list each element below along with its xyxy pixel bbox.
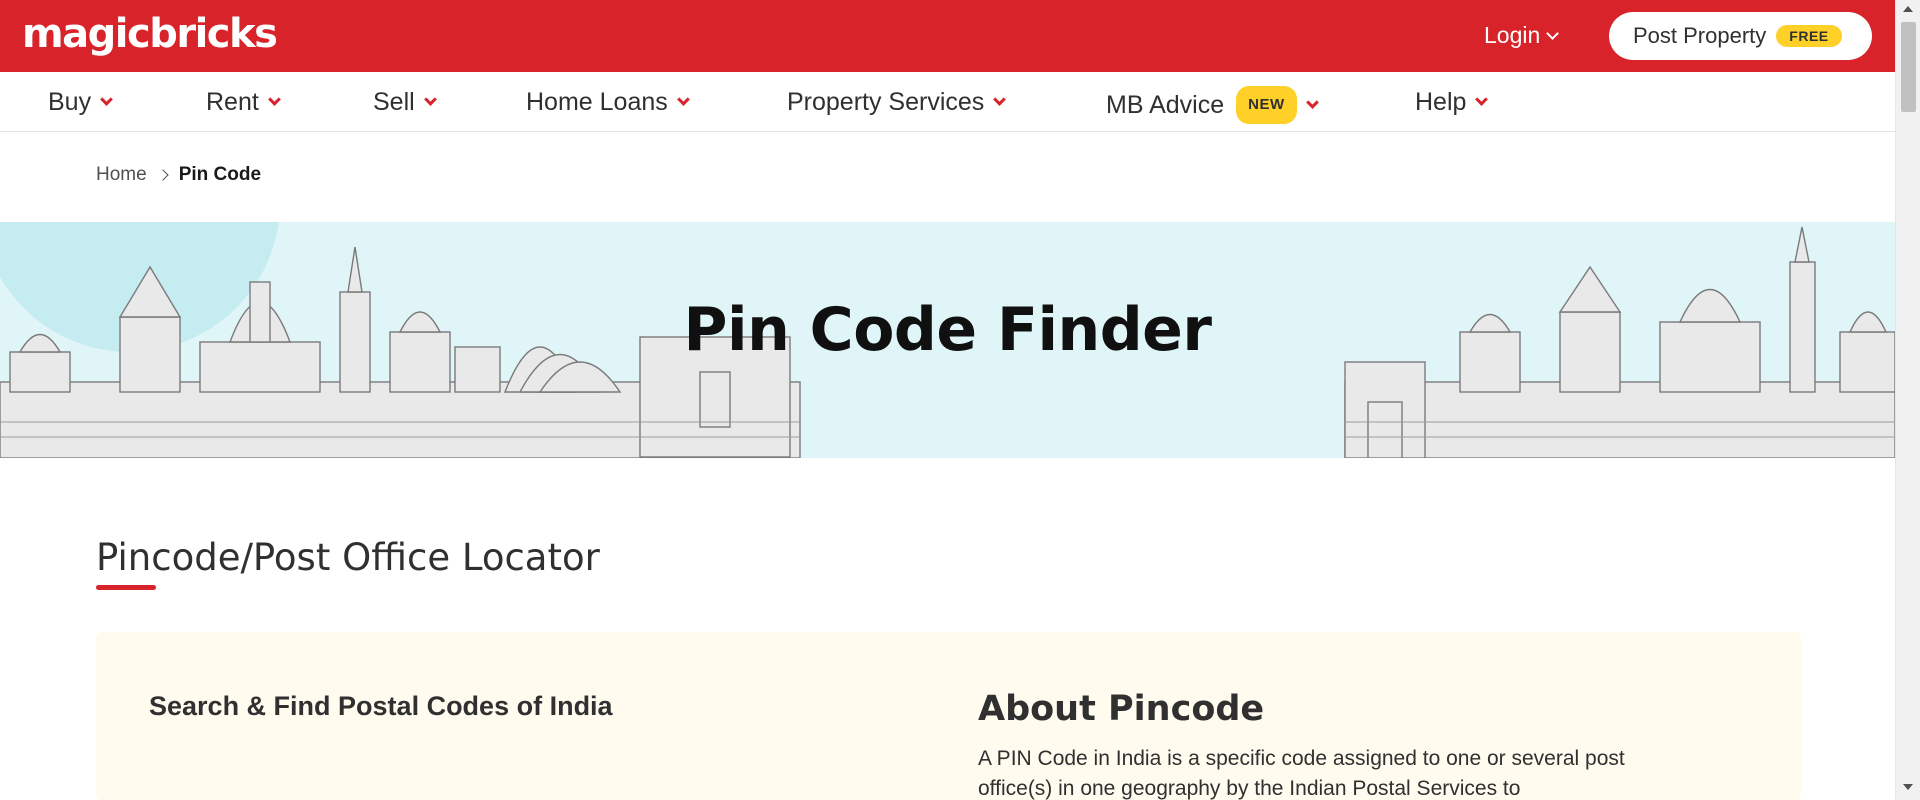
search-heading: Search & Find Postal Codes of India bbox=[149, 691, 613, 721]
chevron-down-icon bbox=[993, 93, 1007, 106]
page-title: Pin Code Finder bbox=[683, 295, 1212, 365]
chevron-down-icon bbox=[1305, 96, 1319, 109]
free-badge: FREE bbox=[1776, 25, 1842, 47]
nav-item-property-services[interactable]: Property Services bbox=[787, 86, 1007, 118]
magicbricks-logo[interactable]: magicbricks bbox=[22, 10, 278, 58]
pincode-card: Search & Find Postal Codes of India Abou… bbox=[96, 632, 1801, 800]
chevron-down-icon bbox=[1475, 93, 1489, 106]
post-property-label: Post Property bbox=[1633, 23, 1767, 48]
scroll-thumb[interactable] bbox=[1901, 22, 1916, 112]
login-label: Login bbox=[1484, 22, 1541, 48]
chevron-down-icon bbox=[100, 93, 113, 106]
nav-item-sell[interactable]: Sell bbox=[373, 86, 437, 118]
nav-item-mb-advice[interactable]: MB Advice NEW bbox=[1106, 86, 1319, 124]
nav-item-label: Help bbox=[1415, 88, 1467, 116]
section-title: Pincode/Post Office Locator bbox=[96, 536, 600, 579]
main-nav: Buy Rent Sell Home Loans Property Servic… bbox=[0, 72, 1895, 132]
breadcrumb-current: Pin Code bbox=[178, 164, 262, 185]
chevron-down-icon bbox=[1546, 26, 1560, 40]
nav-item-rent[interactable]: Rent bbox=[206, 86, 281, 118]
about-heading: About Pincode bbox=[978, 689, 1265, 729]
breadcrumb-home-link[interactable]: Home bbox=[96, 163, 147, 187]
page-scrollbar[interactable] bbox=[1895, 0, 1920, 800]
nav-item-buy[interactable]: Buy bbox=[48, 86, 113, 118]
title-underline bbox=[96, 585, 156, 590]
breadcrumb: Home Pin Code bbox=[96, 163, 261, 187]
nav-item-label: Property Services bbox=[787, 88, 985, 116]
chevron-down-icon bbox=[267, 93, 281, 106]
nav-item-help[interactable]: Help bbox=[1415, 86, 1489, 118]
chevron-down-icon bbox=[676, 93, 690, 106]
scroll-down-arrow-icon[interactable] bbox=[1903, 784, 1913, 790]
scroll-up-arrow-icon[interactable] bbox=[1903, 6, 1913, 12]
chevron-down-icon bbox=[423, 93, 437, 106]
nav-item-home-loans[interactable]: Home Loans bbox=[526, 86, 690, 118]
about-text: A PIN Code in India is a specific code a… bbox=[978, 747, 1625, 800]
nav-item-label: Home Loans bbox=[526, 88, 668, 116]
top-header: magicbricks Login Post Property FREE bbox=[0, 0, 1895, 72]
nav-item-label: Rent bbox=[206, 88, 259, 116]
nav-item-label: Sell bbox=[373, 88, 415, 116]
nav-item-label: MB Advice bbox=[1106, 91, 1225, 119]
nav-item-label: Buy bbox=[48, 88, 92, 116]
chevron-right-icon bbox=[157, 169, 169, 181]
new-badge: NEW bbox=[1236, 86, 1297, 124]
post-property-button[interactable]: Post Property FREE bbox=[1609, 12, 1872, 60]
login-button[interactable]: Login bbox=[1484, 20, 1560, 50]
hero-banner: Pin Code Finder bbox=[0, 222, 1895, 458]
